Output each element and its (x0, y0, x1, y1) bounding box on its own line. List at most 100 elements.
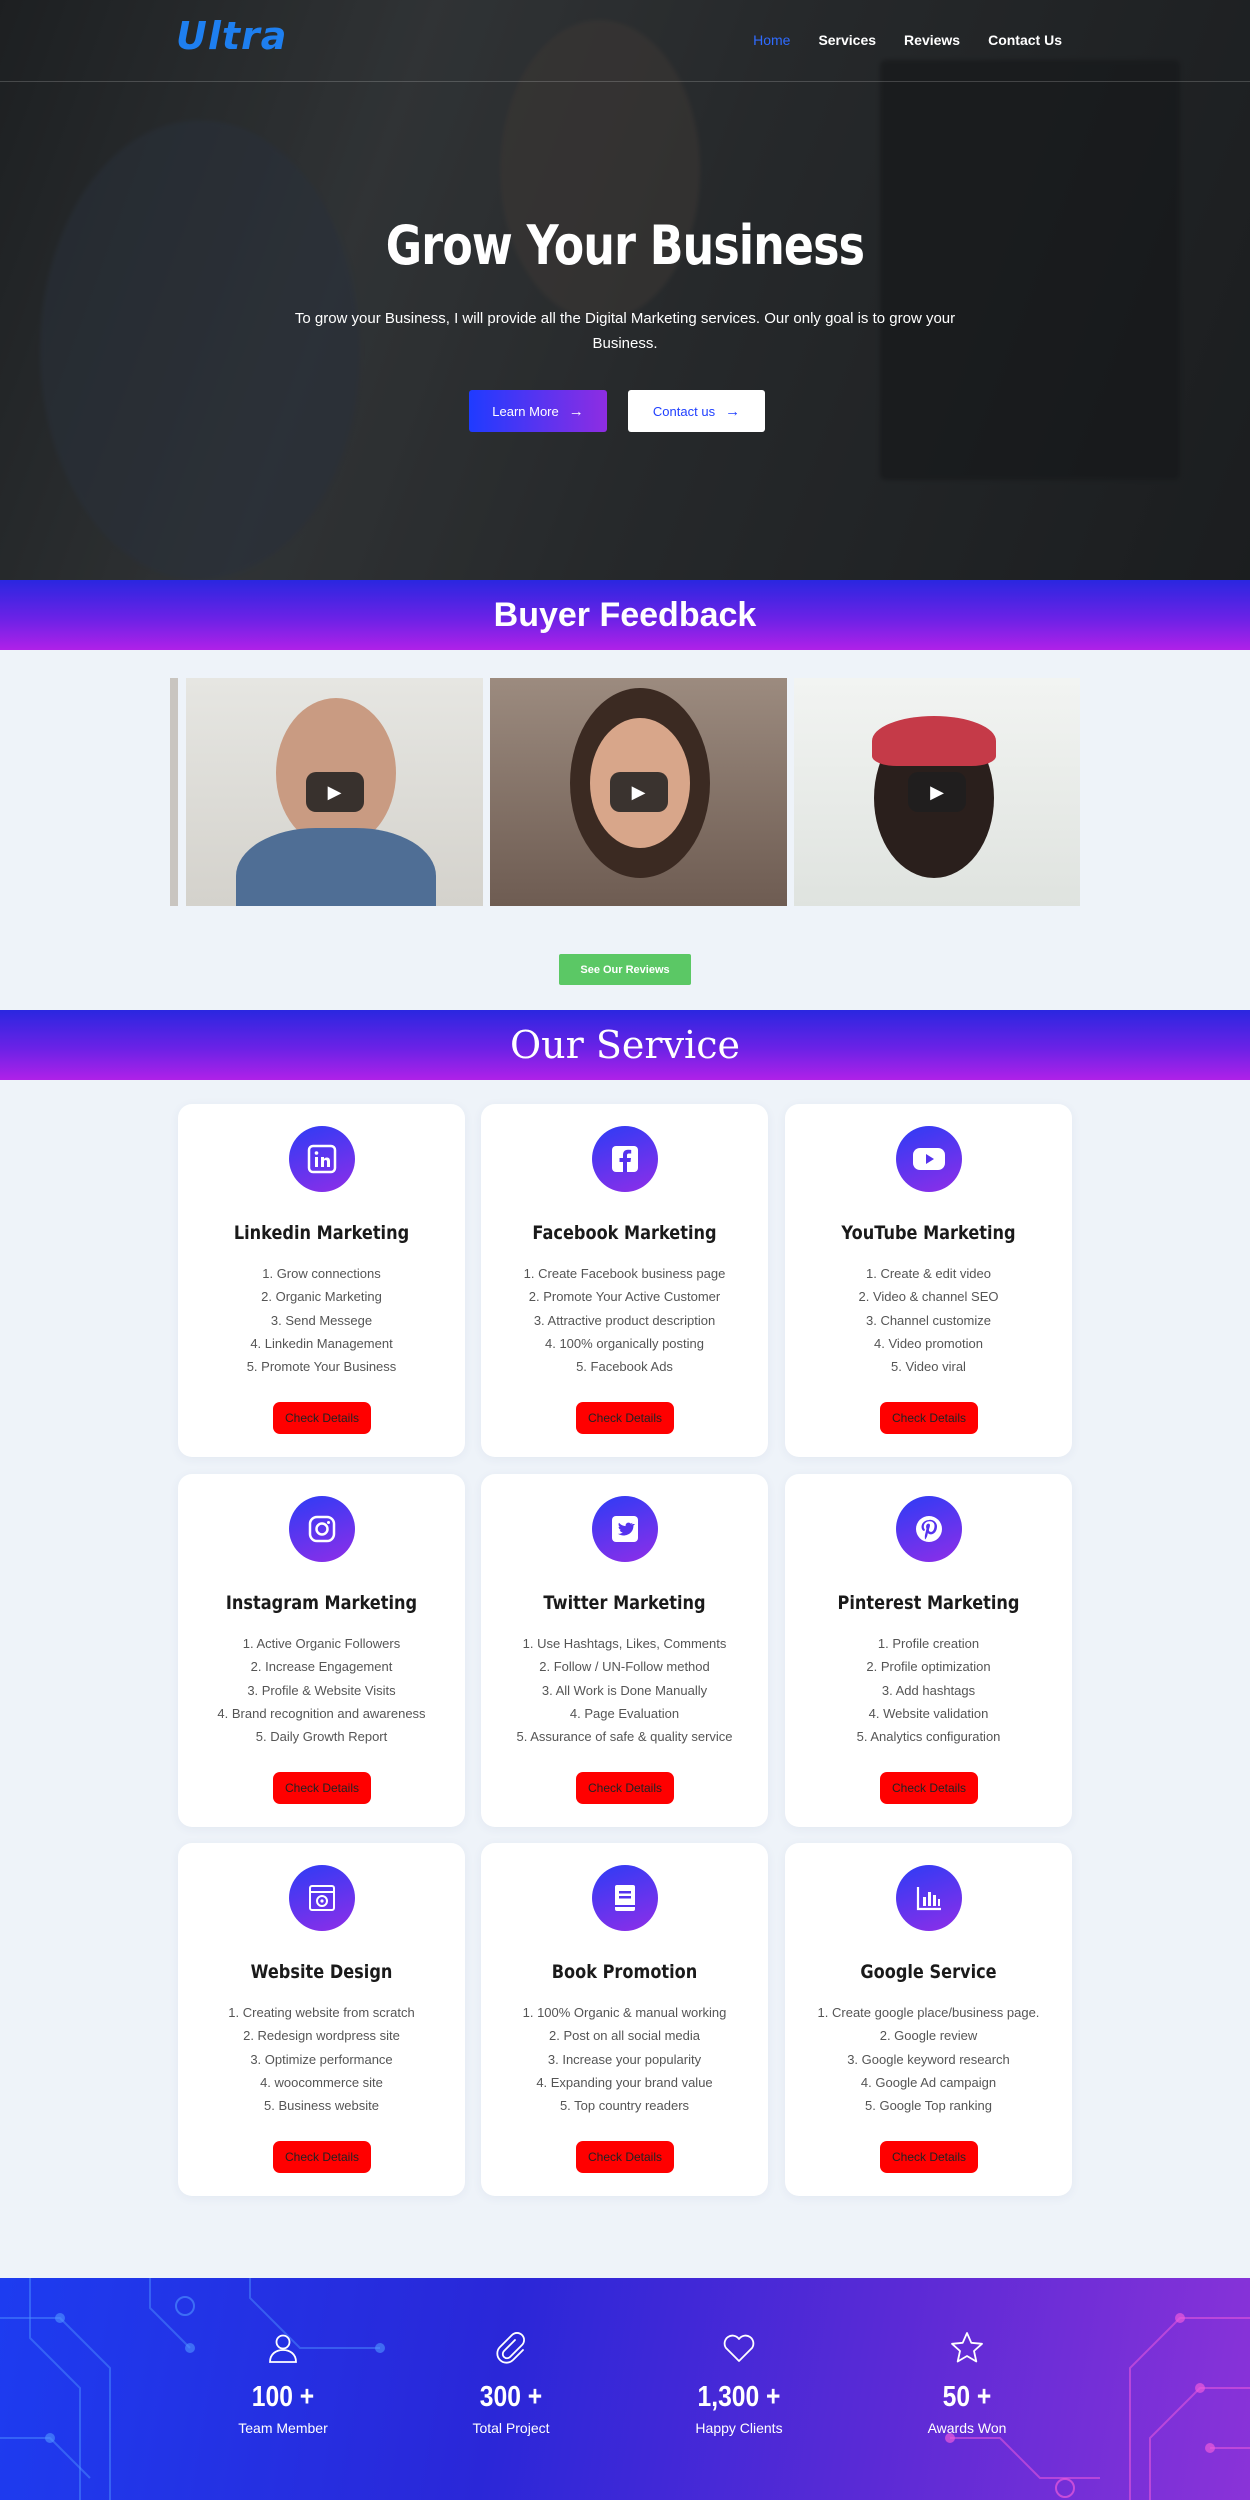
feature-item: 1. Use Hashtags, Likes, Comments (522, 1636, 727, 1651)
feature-item: 5. Top country readers (559, 2098, 690, 2114)
service-card-youtube: YouTube Marketing 1. Create & edit video… (785, 1104, 1072, 1457)
service-features: 1. 100% Organic & manual working 2. Post… (481, 2001, 768, 2117)
feature-item: 4. Linkedin Management (250, 1335, 393, 1351)
star-icon (951, 2332, 983, 2363)
video-thumbnail[interactable]: ▶ (490, 678, 787, 906)
feature-item: 2. Google review (879, 2028, 978, 2044)
check-details-button[interactable]: Check Details (880, 1772, 978, 1804)
feature-item: 2. Profile optimization (866, 1659, 991, 1675)
nav-contact-us[interactable]: Contact Us (988, 32, 1062, 48)
check-details-button[interactable]: Check Details (273, 2141, 371, 2173)
learn-more-button[interactable]: Learn More → (469, 390, 607, 432)
contact-us-label: Contact us (652, 403, 716, 419)
check-details-button[interactable]: Check Details (273, 1772, 371, 1804)
stat-number: 300 + (479, 2381, 543, 2413)
site-logo[interactable]: Ultra (176, 14, 287, 58)
feature-item: 3. Optimize performance (250, 2051, 393, 2067)
feature-item: 2. Follow / UN-Follow method (539, 1659, 710, 1675)
service-title: Pinterest Marketing (837, 1592, 1020, 1614)
check-details-button[interactable]: Check Details (576, 2141, 674, 2173)
stats-section: 100 + Team Member 300 + Total Project 1,… (0, 2278, 1250, 2500)
stat-label: Happy Clients (695, 2420, 783, 2436)
hero-title: Grow Your Business (385, 214, 865, 277)
service-title: Google Service (860, 1961, 997, 1983)
check-details-button[interactable]: Check Details (880, 1402, 978, 1434)
service-card-instagram: Instagram Marketing 1. Active Organic Fo… (178, 1474, 465, 1827)
feature-item: 2. Promote Your Active Customer (528, 1289, 721, 1305)
nav-services[interactable]: Services (818, 32, 876, 48)
service-title: Instagram Marketing (225, 1592, 418, 1614)
heart-icon (723, 2334, 755, 2362)
service-features: 1. Create Facebook business page 2. Prom… (481, 1262, 768, 1378)
feature-item: 1. Create google place/business page. (817, 2005, 1040, 2020)
feature-item: 2. Video & channel SEO (858, 1289, 999, 1305)
stat-number: 1,300 + (697, 2381, 781, 2413)
stat-awards-won: 50 + Awards Won (867, 2330, 1067, 2436)
check-details-button[interactable]: Check Details (576, 1772, 674, 1804)
stat-number: 50 + (942, 2381, 992, 2413)
feature-item: 2. Redesign wordpress site (243, 2028, 400, 2044)
service-card-google: Google Service 1. Create google place/bu… (785, 1843, 1072, 2196)
arrow-right-icon: → (725, 402, 741, 420)
feature-item: 5. Promote Your Business (246, 1359, 397, 1375)
feature-item: 3. Increase your popularity (547, 2051, 702, 2067)
service-card-linkedin: Linkedin Marketing 1. Grow connections 2… (178, 1104, 465, 1457)
service-features: 1. Profile creation 2. Profile optimizat… (785, 1632, 1072, 1748)
service-card-facebook: Facebook Marketing 1. Create Facebook bu… (481, 1104, 768, 1457)
see-our-reviews-button[interactable]: See Our Reviews (559, 954, 691, 985)
logo-text: Ultra (176, 14, 288, 58)
feature-item: 4. Google Ad campaign (860, 2074, 997, 2090)
feature-item: 4. Page Evaluation (569, 1705, 680, 1721)
person-shirt (236, 828, 436, 906)
buyer-feedback-heading: Buyer Feedback (0, 580, 1250, 650)
feature-item: 3. Attractive product description (533, 1312, 716, 1328)
play-icon[interactable]: ▶ (908, 772, 966, 812)
feature-item: 3. Add hashtags (881, 1682, 976, 1698)
navbar: Ultra Home Services Reviews Contact Us (0, 0, 1250, 82)
feature-item: 1. Create & edit video (865, 1266, 992, 1281)
feature-item: 3. Google keyword research (847, 2051, 1010, 2067)
feature-item: 4. Video promotion (874, 1335, 983, 1351)
stat-label: Awards Won (927, 2420, 1007, 2436)
nav-reviews[interactable]: Reviews (904, 32, 960, 48)
service-features: 1. Creating website from scratch 2. Rede… (178, 2001, 465, 2117)
learn-more-label: Learn More (492, 403, 559, 419)
person-bandana (872, 716, 996, 766)
feature-item: 1. 100% Organic & manual working (522, 2005, 727, 2020)
check-details-button[interactable]: Check Details (576, 1402, 674, 1434)
feature-item: 4. 100% organically posting (545, 1335, 704, 1351)
service-features: 1. Grow connections 2. Organic Marketing… (178, 1262, 465, 1378)
service-features: 1. Create google place/business page. 2.… (785, 2001, 1072, 2117)
nav-home[interactable]: Home (753, 32, 790, 48)
feature-item: 1. Profile creation (877, 1636, 980, 1651)
book-icon (592, 1865, 658, 1931)
feature-item: 5. Assurance of safe & quality service (516, 1729, 733, 1745)
contact-us-button[interactable]: Contact us → (628, 390, 765, 432)
play-icon[interactable]: ▶ (305, 772, 364, 812)
service-title: Book Promotion (551, 1961, 698, 1983)
check-details-button[interactable]: Check Details (273, 1402, 371, 1434)
service-title: Twitter Marketing (543, 1592, 706, 1614)
feature-item: 4. Brand recognition and awareness (217, 1705, 426, 1721)
check-details-button[interactable]: Check Details (880, 2141, 978, 2173)
feature-item: 1. Create Facebook business page (523, 1266, 726, 1281)
service-title: Facebook Marketing (532, 1222, 717, 1244)
feature-item: 4. Expanding your brand value (536, 2074, 713, 2090)
feature-item: 1. Grow connections (262, 1266, 381, 1281)
user-icon (269, 2334, 297, 2363)
feature-item: 3. Send Messege (270, 1312, 373, 1328)
youtube-icon (896, 1126, 962, 1192)
video-thumbnail-partial (170, 678, 178, 906)
feature-item: 1. Active Organic Followers (242, 1636, 401, 1651)
video-thumbnail[interactable]: ▶ (794, 678, 1080, 906)
service-card-website-design: Website Design 1. Creating website from … (178, 1843, 465, 2196)
feature-item: 5. Business website (264, 2098, 379, 2114)
video-carousel[interactable]: ▶ ▶ ▶ (170, 678, 1080, 906)
instagram-icon (289, 1496, 355, 1562)
stat-team-member: 100 + Team Member (183, 2330, 383, 2436)
video-thumbnail[interactable]: ▶ (186, 678, 483, 906)
feature-item: 2. Increase Engagement (250, 1659, 393, 1675)
service-features: 1. Create & edit video 2. Video & channe… (785, 1262, 1072, 1378)
service-card-twitter: Twitter Marketing 1. Use Hashtags, Likes… (481, 1474, 768, 1827)
play-icon[interactable]: ▶ (609, 772, 668, 812)
